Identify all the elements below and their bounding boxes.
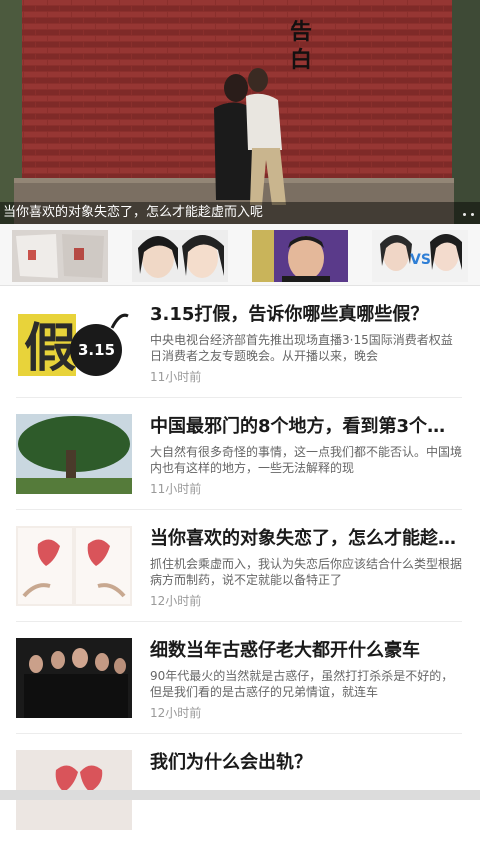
thumbnail-strip: VS xyxy=(0,224,480,286)
article-summary: 大自然有很多奇怪的事情，这一点我们都不能否认。中国境内也有这样的地方，一些无法解… xyxy=(150,445,462,475)
fake-character: 假 xyxy=(24,318,76,379)
article-item[interactable]: 假 3.15 3.15打假，告诉你哪些真哪些假？ 中央电视台经济部首先推出现场直… xyxy=(16,286,462,398)
article-thumbnail[interactable]: 假 3.15 xyxy=(16,302,132,382)
article-title[interactable]: 我们为什么会出轨？ xyxy=(150,750,462,776)
hero-image xyxy=(0,0,480,224)
article-thumbnail[interactable] xyxy=(16,414,132,494)
thumb-fabric[interactable] xyxy=(12,230,108,282)
article-summary: 中央电视台经济部首先推出现场直播3·15国际消费者权益日消费者之友专题晚会。从开… xyxy=(150,333,453,363)
article-title[interactable]: 3.15打假，告诉你哪些真哪些假？ xyxy=(150,302,462,328)
thumb-vs-women[interactable]: VS xyxy=(372,230,468,282)
article-time: 12小时前 xyxy=(150,594,202,608)
article-title[interactable]: 细数当年古惑仔老大都开什么豪车 xyxy=(150,638,462,664)
article-title[interactable]: 当你喜欢的对象失恋了，怎么才能趁虚而入 xyxy=(150,526,462,552)
article-item[interactable]: 细数当年古惑仔老大都开什么豪车 90年代最火的当然就是古惑仔，虽然打打杀杀是不好… xyxy=(16,622,462,734)
article-thumbnail[interactable] xyxy=(16,638,132,718)
thumb-two-women[interactable] xyxy=(132,230,228,282)
article-thumbnail[interactable] xyxy=(16,526,132,606)
banner-overlay-text: 告白 xyxy=(290,19,313,73)
carousel-dot[interactable] xyxy=(471,213,474,216)
article-title[interactable]: 中国最邪门的8个地方，看到第3个我就… xyxy=(150,414,462,440)
article-time: 12小时前 xyxy=(150,706,202,720)
article-item[interactable]: 当你喜欢的对象失恋了，怎么才能趁虚而入 抓住机会乘虚而入，我认为失恋后你应该结合… xyxy=(16,510,462,622)
article-summary: 90年代最火的当然就是古惑仔，虽然打打杀杀是不好的，但是我们看的是古惑仔的兄弟情… xyxy=(150,669,454,699)
thumb-man-portrait[interactable] xyxy=(252,230,348,282)
bottom-edge xyxy=(0,790,480,800)
hero-banner[interactable]: 告白 当你喜欢的对象失恋了，怎么才能趁虚而入呢 xyxy=(0,0,480,224)
article-item[interactable]: 中国最邪门的8个地方，看到第3个我就… 大自然有很多奇怪的事情，这一点我们都不能… xyxy=(16,398,462,510)
article-time: 11小时前 xyxy=(150,370,202,384)
article-time: 11小时前 xyxy=(150,482,202,496)
badge-315: 3.15 xyxy=(78,341,115,359)
banner-caption: 当你喜欢的对象失恋了，怎么才能趁虚而入呢 xyxy=(0,202,480,224)
vs-badge: VS xyxy=(410,252,431,268)
carousel-indicator[interactable] xyxy=(463,213,474,216)
article-summary: 抓住机会乘虚而入，我认为失恋后你应该结合什么类型根据病方而制药，说不定就能以备特… xyxy=(150,557,462,587)
carousel-dot[interactable] xyxy=(463,213,466,216)
